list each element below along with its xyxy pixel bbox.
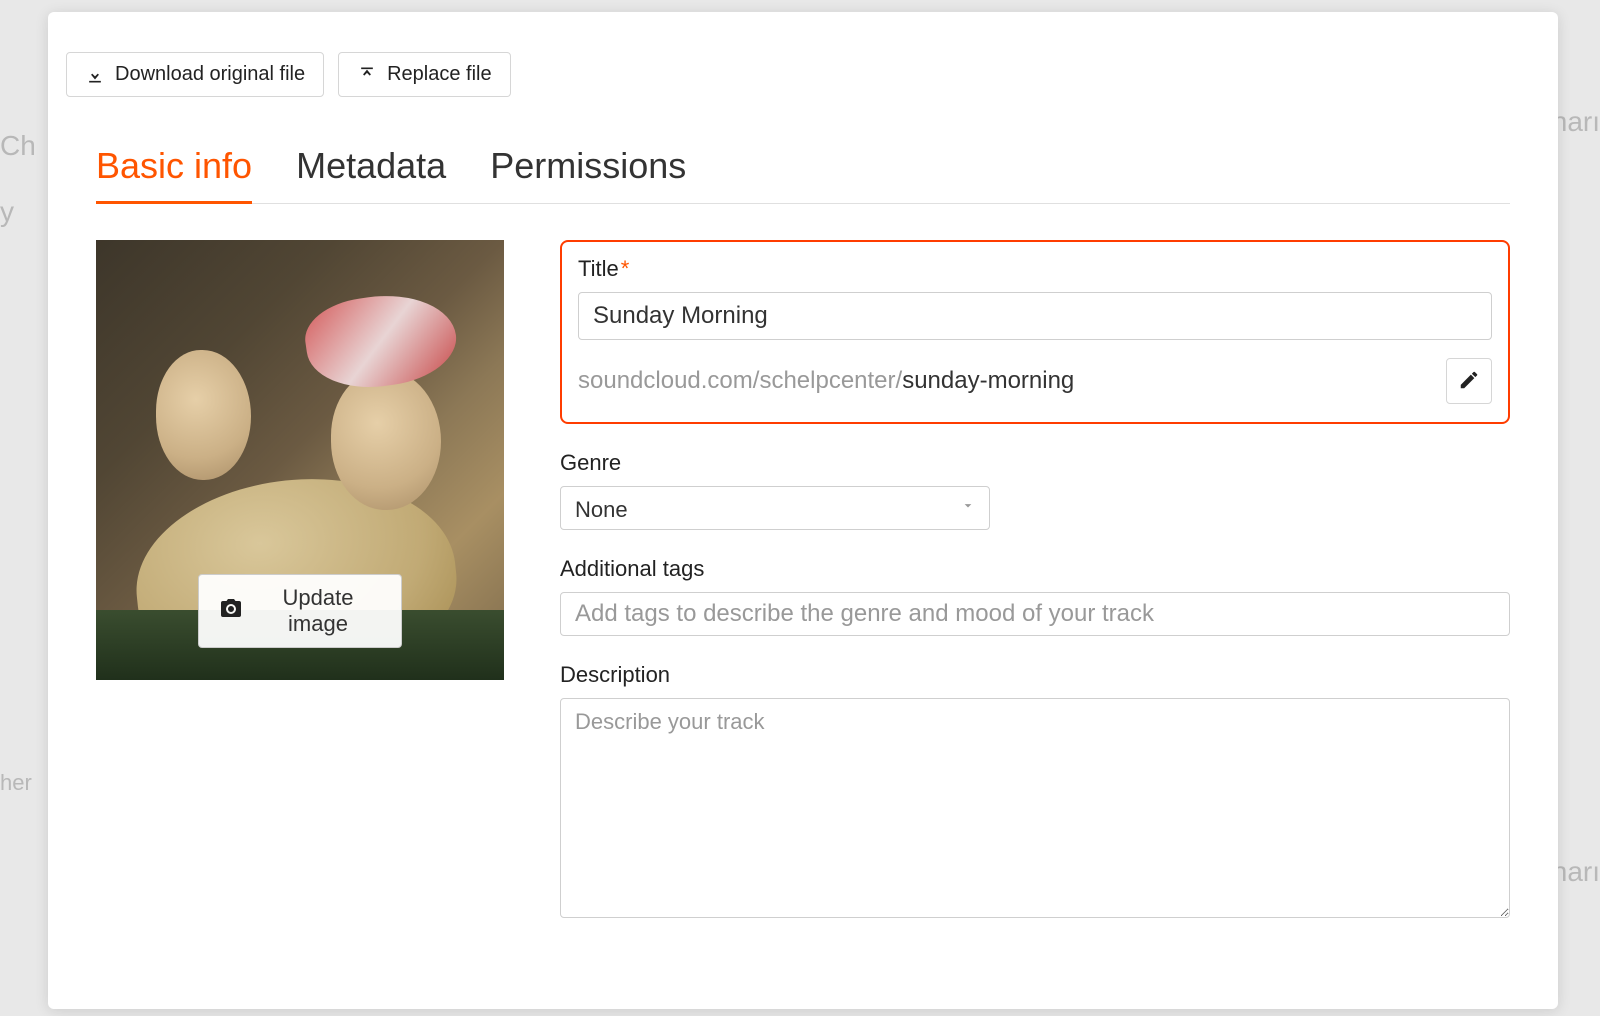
top-actions: Download original file Replace file: [66, 52, 1510, 97]
camera-icon: [219, 596, 243, 626]
tab-metadata[interactable]: Metadata: [296, 145, 446, 204]
permalink-base: soundcloud.com/schelpcenter/: [578, 367, 902, 394]
content: Update image Title* soundcloud.com/schel…: [96, 240, 1510, 949]
genre-group: Genre None: [560, 450, 1510, 530]
description-textarea[interactable]: [560, 698, 1510, 918]
tags-label: Additional tags: [560, 556, 1510, 582]
bg-text: y: [0, 196, 14, 228]
genre-select-wrap: None: [560, 486, 990, 530]
download-original-button[interactable]: Download original file: [66, 52, 324, 97]
required-asterisk: *: [621, 256, 630, 281]
permalink-text: soundcloud.com/schelpcenter/sunday-morni…: [578, 367, 1074, 395]
title-input[interactable]: [578, 292, 1492, 340]
tab-permissions[interactable]: Permissions: [490, 145, 686, 204]
bg-text: her: [0, 770, 32, 796]
tabs: Basic info Metadata Permissions: [96, 145, 1510, 204]
tags-group: Additional tags: [560, 556, 1510, 636]
form-column: Title* soundcloud.com/schelpcenter/sunda…: [560, 240, 1510, 949]
download-icon: [85, 65, 105, 85]
edit-permalink-button[interactable]: [1446, 358, 1492, 404]
genre-label: Genre: [560, 450, 1510, 476]
update-image-label: Update image: [255, 585, 381, 637]
permalink-slug: sunday-morning: [902, 367, 1074, 394]
edit-track-modal: Download original file Replace file Basi…: [48, 12, 1558, 1009]
bg-text: harı: [1552, 106, 1600, 138]
track-artwork: Update image: [96, 240, 504, 680]
update-image-button[interactable]: Update image: [198, 574, 402, 648]
bg-text: Ch: [0, 130, 36, 162]
pencil-icon: [1458, 369, 1480, 394]
upload-icon: [357, 65, 377, 85]
tags-input[interactable]: [560, 592, 1510, 636]
permalink-row: soundcloud.com/schelpcenter/sunday-morni…: [578, 358, 1492, 404]
tab-basic-info[interactable]: Basic info: [96, 145, 252, 204]
description-group: Description: [560, 662, 1510, 923]
replace-file-button[interactable]: Replace file: [338, 52, 511, 97]
bg-text: harı: [1552, 856, 1600, 888]
title-label-text: Title: [578, 256, 619, 281]
genre-select[interactable]: None: [560, 486, 990, 530]
painting-figure: [156, 350, 251, 480]
title-label: Title*: [578, 256, 1492, 282]
artwork-column: Update image: [96, 240, 504, 949]
title-permalink-group: Title* soundcloud.com/schelpcenter/sunda…: [560, 240, 1510, 424]
replace-file-label: Replace file: [387, 63, 492, 86]
description-label: Description: [560, 662, 1510, 688]
painting-figure: [331, 370, 441, 510]
download-original-label: Download original file: [115, 63, 305, 86]
